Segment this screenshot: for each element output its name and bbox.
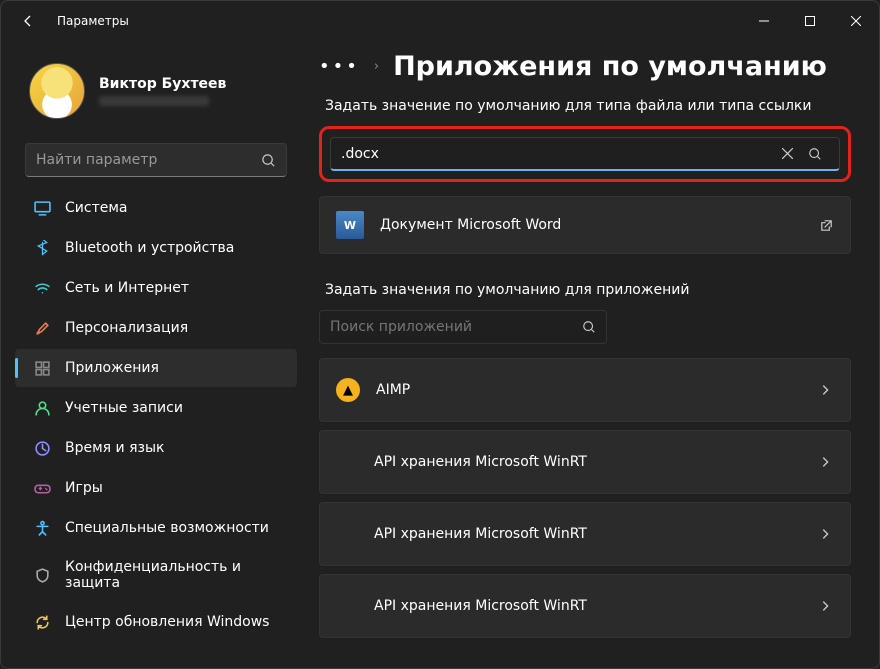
apps-list: ▲ AIMP API хранения Microsoft WinRT API хра…: [319, 358, 851, 638]
app-item[interactable]: API хранения Microsoft WinRT: [319, 430, 851, 494]
profile-email-redacted: [99, 96, 209, 106]
sidebar-item-wifi[interactable]: Сеть и Интернет: [15, 269, 297, 307]
chevron-right-icon: [818, 599, 832, 613]
nav-list: Система Bluetooth и устройства Сеть и Инте…: [9, 189, 303, 641]
app-item[interactable]: ▲ AIMP: [319, 358, 851, 422]
settings-window: Параметры Виктор Бухтеев СистемаBl: [0, 0, 880, 669]
filetype-search-input[interactable]: [341, 146, 773, 162]
sidebar-item-person[interactable]: Учетные записи: [15, 389, 297, 427]
chevron-right-icon: [818, 455, 832, 469]
clear-button[interactable]: [773, 140, 801, 168]
apps-section-label: Задать значения по умолчанию для приложе…: [325, 282, 851, 298]
search-icon: [261, 153, 276, 168]
minimize-icon: [759, 16, 769, 26]
chevron-right-icon: [818, 383, 832, 397]
open-external-icon: [819, 218, 834, 233]
titlebar: Параметры: [1, 1, 879, 41]
gamepad-icon: [33, 479, 51, 497]
sidebar-item-sync[interactable]: Центр обновления Windows: [15, 603, 297, 641]
sidebar: Виктор Бухтеев Система Bluetooth и устрой…: [1, 41, 311, 668]
sidebar-item-accessibility[interactable]: Специальные возможности: [15, 509, 297, 547]
maximize-icon: [805, 16, 815, 26]
sidebar-item-shield[interactable]: Конфиденциальность и защита: [15, 549, 297, 601]
nav-label: Система: [65, 200, 127, 216]
chevron-right-icon: [818, 527, 832, 541]
close-button[interactable]: [833, 5, 879, 37]
apps-search-box[interactable]: [319, 310, 607, 344]
minimize-button[interactable]: [741, 5, 787, 37]
chevron-right-icon: ›: [374, 59, 379, 74]
sync-icon: [33, 613, 51, 631]
filetype-result-card[interactable]: W Документ Microsoft Word: [319, 196, 851, 254]
word-file-icon: W: [336, 211, 364, 239]
filetype-search-box[interactable]: [330, 137, 840, 171]
sidebar-item-gamepad[interactable]: Игры: [15, 469, 297, 507]
sidebar-item-bluetooth[interactable]: Bluetooth и устройства: [15, 229, 297, 267]
main-content: ••• › Приложения по умолчанию Задать зна…: [311, 41, 879, 668]
bluetooth-icon: [33, 239, 51, 257]
app-item-label: AIMP: [376, 382, 818, 398]
search-icon: [582, 320, 596, 334]
nav-label: Bluetooth и устройства: [65, 240, 234, 256]
breadcrumb: ••• › Приложения по умолчанию: [319, 51, 851, 82]
search-icon: [808, 147, 822, 161]
breadcrumb-more-button[interactable]: •••: [319, 56, 360, 77]
nav-label: Центр обновления Windows: [65, 614, 269, 630]
apps-icon: [33, 359, 51, 377]
titlebar-title: Параметры: [57, 14, 129, 28]
app-item-label: API хранения Microsoft WinRT: [374, 598, 818, 614]
nav-label: Сеть и Интернет: [65, 280, 189, 296]
x-icon: [782, 148, 793, 159]
close-icon: [851, 16, 861, 26]
avatar: [29, 63, 85, 119]
nav-label: Персонализация: [65, 320, 188, 336]
filetype-section-label: Задать значение по умолчанию для типа фа…: [325, 98, 851, 114]
arrow-left-icon: [20, 13, 36, 29]
app-item-label: API хранения Microsoft WinRT: [374, 454, 818, 470]
nav-label: Специальные возможности: [65, 520, 269, 536]
monitor-icon: [33, 199, 51, 217]
person-icon: [33, 399, 51, 417]
filetype-result-label: Документ Microsoft Word: [380, 217, 803, 233]
sidebar-search-input[interactable]: [36, 152, 261, 168]
app-item[interactable]: API хранения Microsoft WinRT: [319, 502, 851, 566]
sidebar-item-monitor[interactable]: Система: [15, 189, 297, 227]
profile-block[interactable]: Виктор Бухтеев: [9, 57, 303, 133]
app-icon: ▲: [336, 378, 360, 402]
back-button[interactable]: [13, 6, 43, 36]
profile-name: Виктор Бухтеев: [99, 76, 226, 92]
maximize-button[interactable]: [787, 5, 833, 37]
sidebar-item-brush[interactable]: Персонализация: [15, 309, 297, 347]
app-item-label: API хранения Microsoft WinRT: [374, 526, 818, 542]
wifi-icon: [33, 279, 51, 297]
nav-label: Приложения: [65, 360, 159, 376]
window-controls: [741, 5, 879, 37]
app-item[interactable]: API хранения Microsoft WinRT: [319, 574, 851, 638]
brush-icon: [33, 319, 51, 337]
sidebar-item-clock[interactable]: Время и язык: [15, 429, 297, 467]
nav-label: Время и язык: [65, 440, 164, 456]
nav-label: Учетные записи: [65, 400, 183, 416]
nav-label: Конфиденциальность и защита: [65, 559, 279, 591]
shield-icon: [33, 566, 51, 584]
accessibility-icon: [33, 519, 51, 537]
clock-icon: [33, 439, 51, 457]
search-submit-button[interactable]: [801, 140, 829, 168]
filetype-search-highlight: [319, 126, 851, 182]
page-title: Приложения по умолчанию: [393, 51, 827, 82]
sidebar-search[interactable]: [25, 143, 287, 177]
sidebar-item-apps[interactable]: Приложения: [15, 349, 297, 387]
apps-search-input[interactable]: [330, 319, 582, 335]
nav-label: Игры: [65, 480, 103, 496]
